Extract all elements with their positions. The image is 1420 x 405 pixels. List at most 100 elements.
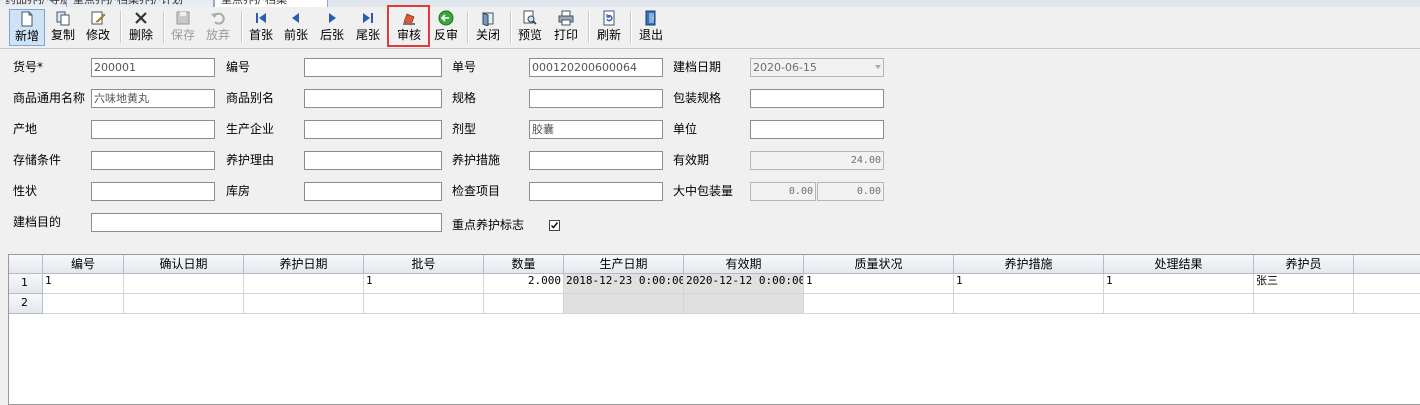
toolbar-separator xyxy=(467,11,469,43)
print-button[interactable]: 打印 xyxy=(549,9,583,46)
code-input[interactable] xyxy=(304,58,442,77)
refresh-icon xyxy=(603,10,615,26)
table-cell[interactable]: 2020-12-12 0:00:00 xyxy=(684,274,804,294)
row-header[interactable]: 2 xyxy=(9,294,43,314)
first-button[interactable]: 首张 xyxy=(244,9,278,46)
manufacturer-input[interactable] xyxy=(304,120,442,139)
toolbar-separator xyxy=(510,11,512,43)
chevron-down-icon[interactable] xyxy=(875,65,881,69)
preview-magnifier-icon xyxy=(523,10,537,25)
spec-input[interactable] xyxy=(529,89,663,108)
table-cell[interactable] xyxy=(124,294,244,314)
close-door-icon xyxy=(482,12,494,26)
create-date-value: 2020-06-15 xyxy=(753,61,817,74)
table-cell[interactable]: 1 xyxy=(804,274,954,294)
col-header-maint-date[interactable]: 养护日期 xyxy=(244,255,364,274)
last-button[interactable]: 尾张 xyxy=(351,9,385,46)
grid-corner[interactable] xyxy=(9,255,43,274)
toolbar-separator xyxy=(120,11,122,43)
table-cell[interactable]: 1 xyxy=(954,274,1104,294)
spec-label: 规格 xyxy=(452,91,477,105)
unit-label: 单位 xyxy=(673,122,698,136)
validity-label: 有效期 xyxy=(673,153,710,167)
col-header-code[interactable]: 编号 xyxy=(43,255,124,274)
table-cell[interactable]: 2018-12-23 0:00:00 xyxy=(564,274,684,294)
warehouse-input[interactable] xyxy=(304,182,442,201)
row-header[interactable]: 1 xyxy=(9,274,43,294)
copy-button[interactable]: 复制 xyxy=(46,9,80,46)
col-header-prod-date[interactable]: 生产日期 xyxy=(564,255,684,274)
table-cell[interactable] xyxy=(954,294,1104,314)
table-cell[interactable]: 张三 xyxy=(1254,274,1354,294)
table-cell[interactable]: 1 xyxy=(1104,274,1254,294)
table-cell[interactable] xyxy=(244,294,364,314)
detail-grid[interactable]: 编号 确认日期 养护日期 批号 数量 生产日期 有效期 质量状况 养护措施 处理… xyxy=(8,254,1420,405)
table-cell[interactable] xyxy=(244,274,364,294)
new-document-icon xyxy=(21,11,33,27)
exit-button[interactable]: 退出 xyxy=(634,9,668,46)
table-cell[interactable] xyxy=(684,294,804,314)
col-header-quality[interactable]: 质量状况 xyxy=(804,255,954,274)
col-header-remark[interactable]: 备 xyxy=(1354,255,1420,274)
next-button[interactable]: 后张 xyxy=(315,9,349,46)
table-cell[interactable]: 2.000 xyxy=(484,274,564,294)
discard-button[interactable]: 放弃 xyxy=(201,9,235,46)
storage-label: 存储条件 xyxy=(13,153,62,167)
measures-input[interactable] xyxy=(529,151,663,170)
table-cell[interactable] xyxy=(484,294,564,314)
common-name-label: 商品通用名称 xyxy=(13,91,86,105)
col-header-qty[interactable]: 数量 xyxy=(484,255,564,274)
delete-button[interactable]: 删除 xyxy=(124,9,158,46)
alias-input[interactable] xyxy=(304,89,442,108)
printer-icon xyxy=(558,10,574,26)
storage-input[interactable] xyxy=(91,151,215,170)
close-button[interactable]: 关闭 xyxy=(471,9,505,46)
reason-input[interactable] xyxy=(304,151,442,170)
col-header-expiry[interactable]: 有效期 xyxy=(684,255,804,274)
bill-no-input[interactable]: 000120200600064 xyxy=(529,58,663,77)
table-cell[interactable] xyxy=(564,294,684,314)
origin-input[interactable] xyxy=(91,120,215,139)
table-cell[interactable] xyxy=(43,294,124,314)
prev-button[interactable]: 前张 xyxy=(279,9,313,46)
new-button[interactable]: 新增 xyxy=(9,9,45,46)
table-cell[interactable]: 1 xyxy=(364,274,484,294)
property-input[interactable] xyxy=(91,182,215,201)
col-header-keeper[interactable]: 养护员 xyxy=(1254,255,1354,274)
pack-spec-input[interactable] xyxy=(750,89,884,108)
table-cell[interactable]: 1 xyxy=(43,274,124,294)
common-name-input[interactable]: 六味地黄丸 xyxy=(91,89,215,108)
preview-button[interactable]: 预览 xyxy=(513,9,547,46)
col-header-confirm-date[interactable]: 确认日期 xyxy=(124,255,244,274)
validity-input[interactable]: 24.00 xyxy=(750,151,884,170)
col-header-result[interactable]: 处理结果 xyxy=(1104,255,1254,274)
key-flag-checkbox[interactable] xyxy=(549,220,560,231)
inspect-input[interactable] xyxy=(529,182,663,201)
checkmark-icon xyxy=(550,222,559,229)
table-cell[interactable] xyxy=(364,294,484,314)
save-disk-icon xyxy=(176,11,190,25)
col-header-batch[interactable]: 批号 xyxy=(364,255,484,274)
col-header-measures[interactable]: 养护措施 xyxy=(954,255,1104,274)
purpose-input[interactable] xyxy=(91,213,442,232)
refresh-button[interactable]: 刷新 xyxy=(592,9,626,46)
table-cell[interactable] xyxy=(1104,294,1254,314)
exit-door-icon xyxy=(645,10,656,26)
pack-qty-big-input[interactable]: 0.00 xyxy=(817,182,884,201)
table-cell[interactable] xyxy=(1354,294,1420,314)
create-date-label: 建档日期 xyxy=(673,60,722,74)
table-cell[interactable] xyxy=(804,294,954,314)
goods-no-input[interactable]: 200001 xyxy=(91,58,215,77)
unaudit-button[interactable]: 反审 xyxy=(429,9,463,46)
dosage-input[interactable]: 胶囊 xyxy=(529,120,663,139)
table-cell[interactable] xyxy=(1254,294,1354,314)
warehouse-label: 库房 xyxy=(226,184,251,198)
table-cell[interactable] xyxy=(124,274,244,294)
create-date-combo[interactable]: 2020-06-15 xyxy=(750,58,884,77)
edit-button[interactable]: 修改 xyxy=(81,9,115,46)
save-button[interactable]: 保存 xyxy=(166,9,200,46)
property-label: 性状 xyxy=(13,184,38,198)
table-cell[interactable] xyxy=(1354,274,1420,294)
pack-qty-mid-input[interactable]: 0.00 xyxy=(750,182,816,201)
unit-input[interactable] xyxy=(750,120,884,139)
